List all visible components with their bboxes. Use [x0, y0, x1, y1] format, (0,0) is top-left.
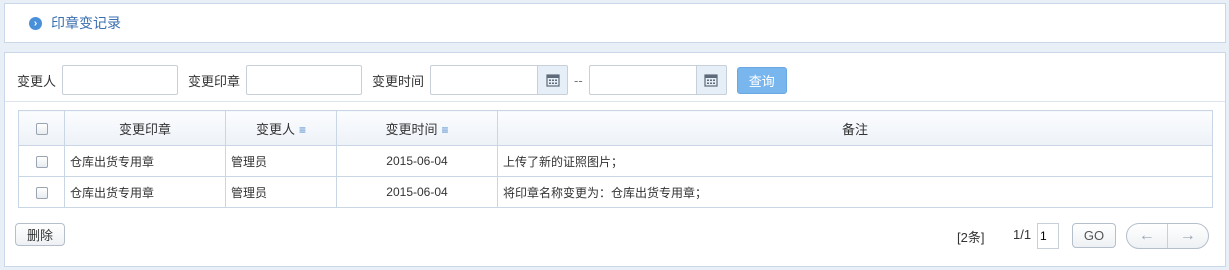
- page-info: 1/1: [1013, 227, 1032, 242]
- delete-button[interactable]: 删除: [15, 223, 65, 246]
- select-all-checkbox[interactable]: [35, 123, 48, 136]
- row-checkbox[interactable]: [35, 186, 48, 199]
- calendar-icon[interactable]: [538, 65, 569, 95]
- cell-seal: 仓库出货专用章: [64, 176, 226, 208]
- arrow-left-icon[interactable]: ←: [1127, 224, 1168, 248]
- page-number-input[interactable]: [1037, 223, 1059, 249]
- header-remark: 备注: [497, 110, 1213, 146]
- seal-label: 变更印章: [188, 73, 241, 89]
- table-header-row: 变更印章 变更人 ≡ 变更时间 ≡ 备注: [18, 110, 1213, 146]
- header-changer[interactable]: 变更人 ≡: [225, 110, 337, 146]
- row-select-cell: [18, 176, 65, 208]
- select-all-cell: [18, 110, 65, 146]
- cell-time: 2015-06-04: [336, 176, 498, 208]
- changer-input[interactable]: [62, 65, 179, 95]
- calendar-icon[interactable]: [696, 65, 727, 95]
- sort-menu-icon[interactable]: ≡: [299, 123, 306, 137]
- record-count: [2条]: [957, 230, 985, 245]
- header-seal-label: 变更印章: [118, 121, 171, 137]
- seal-input[interactable]: [246, 65, 363, 95]
- table-row[interactable]: 仓库出货专用章 管理员 2015-06-04 上传了新的证照图片；: [18, 145, 1213, 177]
- time-to-input[interactable]: [588, 65, 697, 95]
- page-nav: ← →: [1126, 223, 1209, 249]
- records-table: 变更印章 变更人 ≡ 变更时间 ≡ 备注 仓库出货专用章 管理员 2015-06-0…: [18, 110, 1213, 208]
- header-seal: 变更印章: [64, 110, 226, 146]
- time-from-picker: [430, 65, 569, 95]
- row-select-cell: [18, 145, 65, 177]
- query-button[interactable]: 查询: [736, 66, 787, 94]
- sort-menu-icon[interactable]: ≡: [442, 123, 449, 137]
- range-separator: --: [574, 72, 583, 88]
- page-title: 印章变记录: [51, 15, 121, 31]
- cell-seal: 仓库出货专用章: [64, 145, 226, 177]
- search-bar: 变更人 变更印章 变更时间 -- 查询: [5, 65, 1225, 95]
- arrow-right-icon[interactable]: →: [1168, 224, 1209, 248]
- cell-remark: 上传了新的证照图片；: [497, 145, 1213, 177]
- header-time[interactable]: 变更时间 ≡: [336, 110, 498, 146]
- cell-remark: 将印章名称变更为：仓库出货专用章；: [497, 176, 1213, 208]
- cell-changer: 管理员: [225, 176, 337, 208]
- chevron-right-circle-icon: ›: [29, 16, 42, 30]
- title-bar: › 印章变记录: [4, 3, 1226, 43]
- go-button[interactable]: GO: [1072, 223, 1116, 248]
- main-panel: 变更人 变更印章 变更时间 -- 查询 变更印章 变更人 ≡ 变更时间 ≡ 备注…: [4, 52, 1226, 267]
- header-remark-label: 备注: [841, 121, 868, 137]
- header-time-label: 变更时间: [385, 121, 438, 137]
- time-from-input[interactable]: [430, 65, 539, 95]
- cell-changer: 管理员: [225, 145, 337, 177]
- changer-label: 变更人: [17, 73, 57, 89]
- divider: [5, 101, 1225, 102]
- cell-time: 2015-06-04: [336, 145, 498, 177]
- time-label: 变更时间: [372, 73, 425, 89]
- time-to-picker: [588, 65, 727, 95]
- table-row[interactable]: 仓库出货专用章 管理员 2015-06-04 将印章名称变更为：仓库出货专用章；: [18, 176, 1213, 208]
- row-checkbox[interactable]: [35, 155, 48, 168]
- header-changer-label: 变更人: [255, 121, 295, 137]
